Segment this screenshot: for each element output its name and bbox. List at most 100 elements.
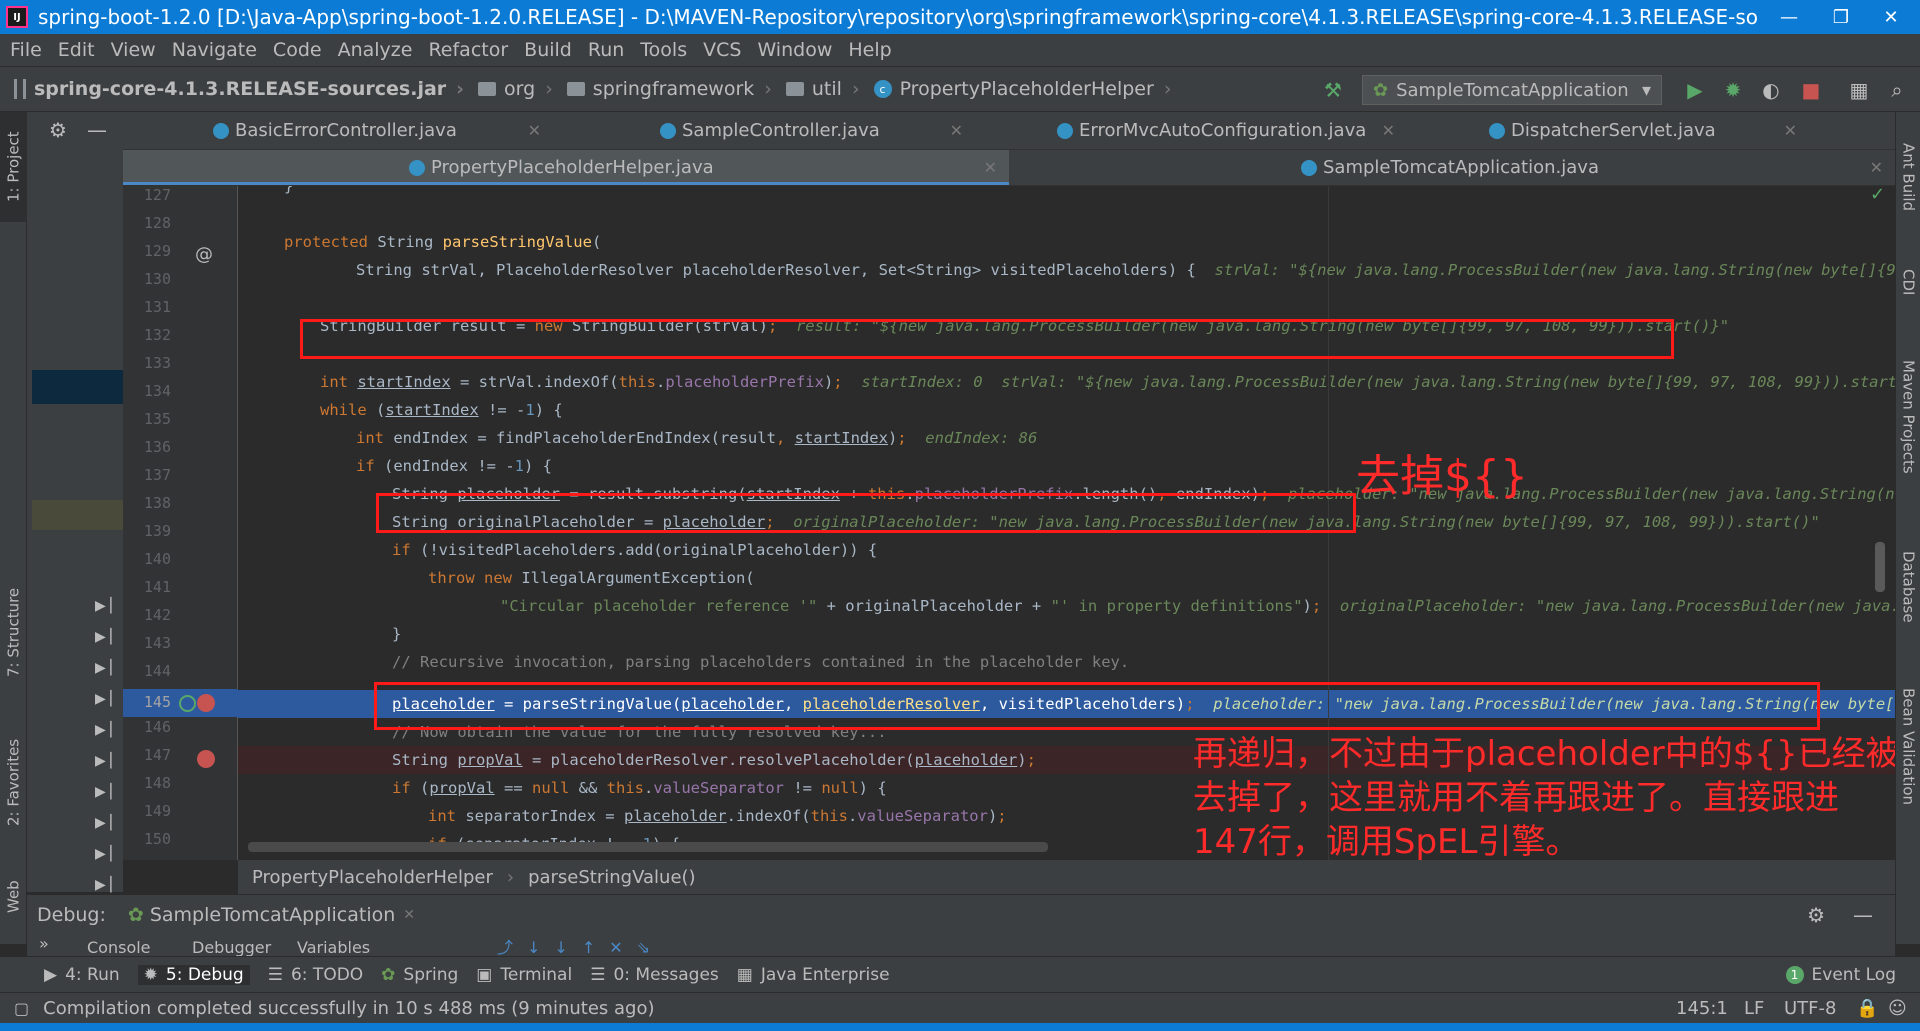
- tool-todo[interactable]: ☰ 6: TODO: [268, 965, 363, 985]
- close-icon[interactable]: ✕: [1382, 121, 1395, 140]
- tab-favorites[interactable]: 2: Favorites: [0, 722, 27, 842]
- expand-arrow-icon[interactable]: ▶ ▏: [95, 753, 121, 769]
- hide-panel-icon[interactable]: —: [1853, 903, 1873, 927]
- menu-help[interactable]: Help: [848, 39, 891, 61]
- tab-bean-validation[interactable]: Bean Validation: [1896, 672, 1920, 822]
- tab-maven-projects[interactable]: Maven Projects: [1896, 342, 1920, 492]
- tab-structure[interactable]: 7: Structure: [0, 572, 27, 692]
- project-structure-icon[interactable]: ▦: [1848, 78, 1870, 102]
- tool-messages[interactable]: ☰ 0: Messages: [590, 965, 719, 985]
- tab-basic-error-controller[interactable]: BasicErrorController.java ✕: [123, 112, 553, 149]
- vertical-scrollbar[interactable]: [1875, 542, 1885, 592]
- tab-dispatcher-servlet[interactable]: DispatcherServlet.java ✕: [1409, 112, 1809, 149]
- expand-arrow-icon[interactable]: ▶ ▏: [95, 877, 121, 893]
- list-icon: ☰: [267, 964, 283, 985]
- close-icon[interactable]: ✕: [950, 121, 963, 140]
- close-icon[interactable]: ✕: [1870, 158, 1883, 177]
- expand-arrow-icon[interactable]: ▶ ▏: [95, 784, 121, 800]
- menu-analyze[interactable]: Analyze: [338, 39, 413, 61]
- tab-cdi[interactable]: CDI: [1896, 252, 1920, 312]
- tab-project[interactable]: 1: Project: [0, 112, 27, 222]
- tab-variables[interactable]: Variables: [297, 938, 370, 956]
- tab-console[interactable]: Console: [87, 938, 151, 956]
- stop-icon[interactable]: ■: [1800, 78, 1822, 102]
- debug-icon[interactable]: ✹: [1722, 78, 1744, 102]
- close-icon[interactable]: ✕: [403, 907, 415, 923]
- tab-sample-controller[interactable]: SampleController.java ✕: [555, 112, 975, 149]
- debug-session-tab[interactable]: SampleTomcatApplication: [150, 904, 395, 926]
- folder-icon: [566, 82, 585, 96]
- lock-icon[interactable]: 🔒: [1856, 998, 1878, 1019]
- menu-refactor[interactable]: Refactor: [428, 39, 508, 61]
- breadcrumb-jar[interactable]: spring-core-4.1.3.RELEASE-sources.jar ›: [14, 78, 464, 100]
- close-icon[interactable]: ✕: [984, 158, 997, 177]
- tab-web[interactable]: Web: [0, 862, 27, 932]
- code-crumb-class[interactable]: PropertyPlaceholderHelper: [252, 867, 493, 888]
- expand-arrow-icon[interactable]: ▶ ▏: [95, 722, 121, 738]
- tool-run[interactable]: ▶ 4: Run: [44, 965, 120, 985]
- code-line-137: if (endIndex != -1) {: [356, 457, 552, 475]
- project-tree-row[interactable]: [32, 500, 123, 530]
- tool-terminal[interactable]: ▣ Terminal: [476, 965, 572, 985]
- tab-sample-tomcat-application[interactable]: SampleTomcatApplication.java ✕: [1011, 150, 1895, 185]
- expand-icon[interactable]: »: [39, 934, 49, 953]
- gear-icon[interactable]: ⚙: [1807, 903, 1825, 927]
- run-icon[interactable]: ▶: [1684, 78, 1706, 102]
- project-tree-selection[interactable]: [32, 370, 123, 404]
- expand-arrow-icon[interactable]: ▶ ▏: [95, 660, 121, 676]
- menu-view[interactable]: View: [111, 39, 156, 61]
- close-icon[interactable]: ✕: [528, 121, 541, 140]
- breadcrumb-util[interactable]: util ›: [785, 78, 860, 100]
- hide-panel-icon[interactable]: —: [87, 118, 107, 142]
- menu-navigate[interactable]: Navigate: [172, 39, 257, 61]
- gear-icon[interactable]: ⚙: [49, 118, 67, 142]
- toggle-tool-windows-icon[interactable]: ▢: [14, 999, 29, 1018]
- line-number: 128: [143, 214, 171, 232]
- menu-window[interactable]: Window: [757, 39, 832, 61]
- breadcrumb-springframework[interactable]: springframework ›: [566, 78, 772, 100]
- line-separator[interactable]: LF: [1744, 998, 1764, 1019]
- tool-event-log[interactable]: 1 Event Log: [1785, 965, 1896, 985]
- breadcrumb-class[interactable]: c PropertyPlaceholderHelper ›: [873, 78, 1171, 100]
- coverage-icon[interactable]: ◐: [1760, 78, 1782, 102]
- expand-arrow-icon[interactable]: ▶ ▏: [95, 846, 121, 862]
- expand-arrow-icon[interactable]: ▶ ▏: [95, 815, 121, 831]
- horizontal-scrollbar[interactable]: [248, 842, 1048, 852]
- run-config-selector[interactable]: ✿ SampleTomcatApplication ▾: [1362, 75, 1662, 105]
- breakpoint-icon[interactable]: [197, 750, 215, 768]
- menu-tools[interactable]: Tools: [640, 39, 687, 61]
- tab-database[interactable]: Database: [1896, 532, 1920, 642]
- code-crumb-method[interactable]: parseStringValue(): [528, 867, 696, 888]
- close-icon[interactable]: ✕: [1784, 121, 1797, 140]
- code-editor[interactable]: } protected String parseStringValue( Str…: [238, 186, 1895, 860]
- menu-vcs[interactable]: VCS: [703, 39, 741, 61]
- menu-file[interactable]: File: [10, 39, 42, 61]
- tab-debugger[interactable]: Debugger: [192, 938, 271, 956]
- tab-error-mvc-auto-configuration[interactable]: ErrorMvcAutoConfiguration.java ✕: [977, 112, 1407, 149]
- menu-run[interactable]: Run: [588, 39, 624, 61]
- close-button[interactable]: ✕: [1862, 0, 1920, 34]
- override-marker-icon[interactable]: @: [195, 244, 213, 265]
- tab-property-placeholder-helper[interactable]: PropertyPlaceholderHelper.java ✕: [123, 150, 1009, 185]
- expand-arrow-icon[interactable]: ▶ ▏: [95, 691, 121, 707]
- tool-spring[interactable]: ✿ Spring: [381, 965, 458, 985]
- annotation-box: [300, 319, 1674, 359]
- expand-arrow-icon[interactable]: ▶ ▏: [95, 598, 121, 614]
- expand-arrow-icon[interactable]: ▶ ▏: [95, 629, 121, 645]
- editor-gutter[interactable]: 127 128 129 130 131 132 133 134 135 136 …: [123, 186, 238, 860]
- minimize-button[interactable]: —: [1760, 0, 1818, 34]
- step-controls-icons[interactable]: ⤴↓↓↑✕⇘: [497, 934, 664, 956]
- tab-ant-build[interactable]: Ant Build: [1896, 122, 1920, 232]
- tool-java-enterprise[interactable]: ▦ Java Enterprise: [737, 965, 890, 985]
- build-hammer-icon[interactable]: ⚒: [1322, 78, 1344, 102]
- search-icon[interactable]: ⌕: [1886, 78, 1908, 102]
- caret-position[interactable]: 145:1: [1676, 998, 1728, 1019]
- hector-icon[interactable]: ☺: [1888, 998, 1907, 1019]
- file-encoding[interactable]: UTF-8: [1784, 998, 1836, 1019]
- menu-code[interactable]: Code: [273, 39, 322, 61]
- breakpoint-icon[interactable]: [197, 694, 215, 712]
- menu-build[interactable]: Build: [524, 39, 572, 61]
- breadcrumb-org[interactable]: org ›: [478, 78, 553, 100]
- menu-edit[interactable]: Edit: [58, 39, 95, 61]
- tool-debug[interactable]: ✹ 5: Debug: [137, 964, 250, 985]
